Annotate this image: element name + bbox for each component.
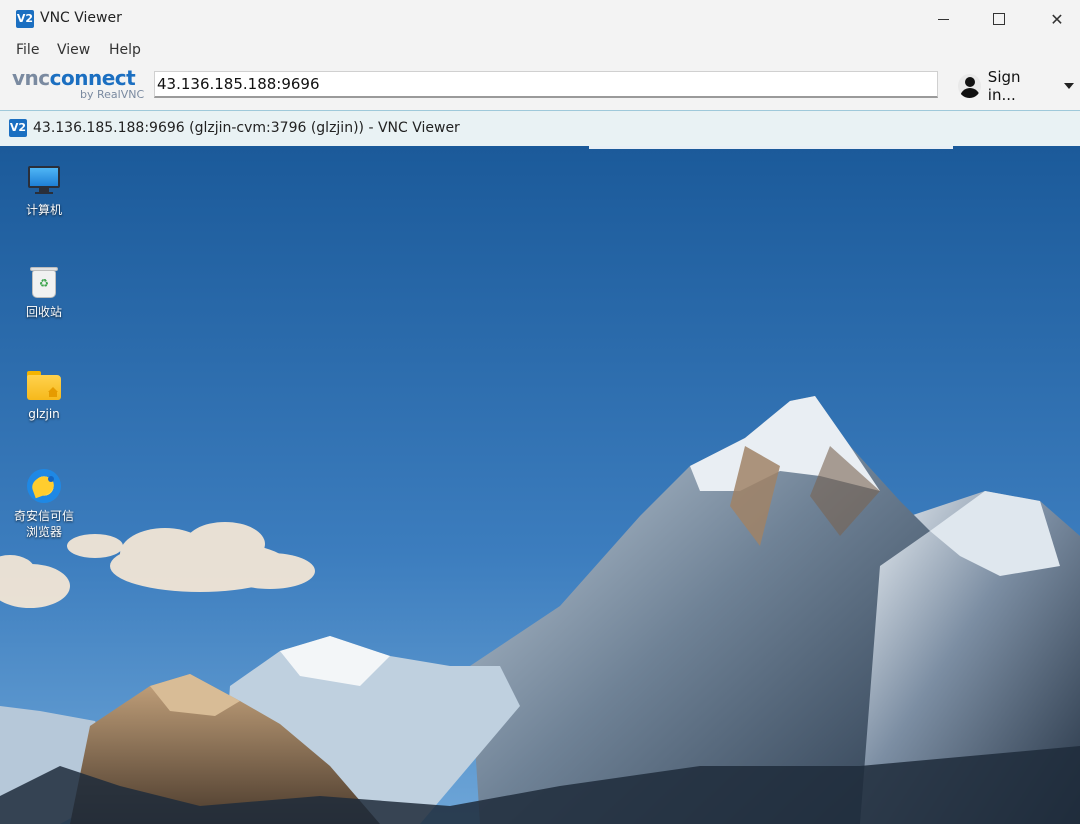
vnc-app-icon: V2 (16, 10, 34, 28)
menu-bar: File View Help (0, 38, 1080, 62)
maximize-icon (993, 13, 1005, 25)
desktop-icon-label: 计算机 (25, 203, 62, 217)
desktop-icon-label-line2: 浏览器 (25, 525, 62, 539)
session-app-icon: V2 (9, 119, 27, 137)
remote-desktop[interactable]: 计算机 ♻ 回收站 glzjin 奇安信可信 浏览器 (0, 146, 1080, 824)
window-title: VNC Viewer (40, 10, 122, 26)
dropdown-caret-icon[interactable] (1064, 83, 1074, 89)
minimize-icon (937, 18, 949, 20)
toolbar: vncconnect by RealVNC 43.136.185.188:969… (0, 62, 1080, 110)
address-input[interactable]: 43.136.185.188:9696 (154, 71, 938, 98)
mountain-wallpaper (0, 146, 1080, 824)
browser-icon (26, 468, 62, 504)
menu-help[interactable]: Help (109, 42, 141, 58)
logo-vnc-text: vnc (12, 66, 50, 90)
session-titlebar[interactable]: V2 43.136.185.188:9696 (glzjin-cvm:3796 … (0, 110, 1080, 146)
menu-view[interactable]: View (57, 42, 90, 58)
remote-top-strip (589, 146, 953, 149)
home-folder-icon (26, 366, 62, 402)
desktop-icon-label: glzjin (28, 407, 60, 421)
trash-icon: ♻ (26, 264, 62, 300)
desktop-icon-label-line1: 奇安信可信 (13, 509, 74, 523)
maximize-button[interactable] (970, 0, 1028, 38)
vnc-viewer-window: V2 VNC Viewer ✕ File View Help vncconnec… (0, 0, 1080, 110)
desktop-icon-home-folder[interactable]: glzjin (9, 366, 79, 422)
logo-subtitle: by RealVNC (80, 88, 145, 101)
desktop-icon-trash[interactable]: ♻ 回收站 (9, 264, 79, 320)
window-titlebar[interactable]: V2 VNC Viewer ✕ (0, 0, 1080, 38)
close-button[interactable]: ✕ (1028, 0, 1080, 38)
session-title: 43.136.185.188:9696 (glzjin-cvm:3796 (gl… (33, 120, 460, 136)
desktop-icon-computer[interactable]: 计算机 (9, 162, 79, 218)
sign-in-button[interactable]: Sign in... (958, 68, 1074, 104)
vnc-connect-logo: vncconnect (12, 66, 136, 90)
close-icon: ✕ (1050, 9, 1064, 29)
logo-connect-text: connect (49, 66, 136, 90)
desktop-icon-label: 回收站 (25, 305, 62, 319)
sign-in-label: Sign in... (987, 68, 1021, 104)
minimize-button[interactable] (914, 0, 972, 38)
user-avatar-icon (958, 74, 981, 98)
menu-file[interactable]: File (16, 42, 39, 58)
computer-icon (26, 162, 62, 198)
desktop-icon-browser[interactable]: 奇安信可信 浏览器 (9, 468, 79, 540)
desktop-icon-label: 奇安信可信 浏览器 (9, 508, 79, 540)
